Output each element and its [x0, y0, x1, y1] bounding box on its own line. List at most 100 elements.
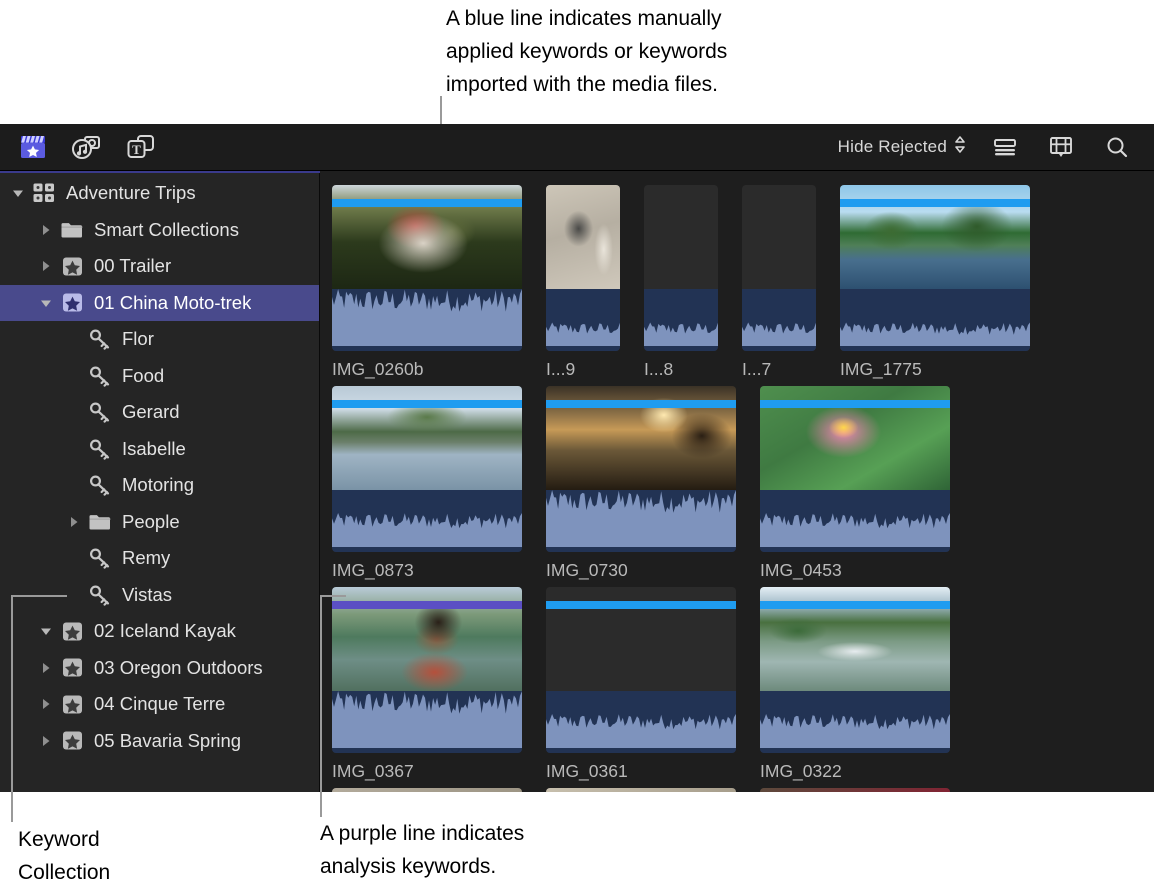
clip-item[interactable]: I...7: [742, 185, 816, 380]
chevron-right-icon[interactable]: [38, 258, 54, 274]
clip-poster-frame: [742, 185, 816, 289]
list-view-icon[interactable]: [988, 132, 1022, 162]
clip-thumbnail[interactable]: [546, 587, 736, 753]
chevron-right-icon[interactable]: [38, 696, 54, 712]
clip-thumbnail[interactable]: [742, 185, 816, 351]
sidebar-item-label: Food: [122, 365, 164, 387]
sidebar-item-people[interactable]: People: [0, 504, 319, 541]
clip-item[interactable]: IMG_0361: [546, 587, 736, 782]
sidebar-item-00-trailer[interactable]: 00 Trailer: [0, 248, 319, 285]
clip-item[interactable]: [760, 788, 950, 792]
sidebar-item-flor[interactable]: Flor: [0, 321, 319, 358]
library-icon: [32, 182, 56, 204]
clip-thumbnail[interactable]: [332, 587, 522, 753]
clip-thumbnail[interactable]: [546, 386, 736, 552]
sidebar-item-isabelle[interactable]: Isabelle: [0, 431, 319, 468]
photos-audio-icon[interactable]: [70, 132, 104, 162]
chevron-down-icon[interactable]: [38, 623, 54, 639]
sidebar-item-motoring[interactable]: Motoring: [0, 467, 319, 504]
blue-keyword-line: [332, 199, 522, 207]
clip-audio-waveform: [760, 490, 950, 552]
clip-video-filmstrip: [760, 587, 950, 691]
clip-name-label: IMG_0361: [546, 761, 736, 782]
clip-thumbnail[interactable]: [760, 587, 950, 753]
chevron-right-icon[interactable]: [66, 514, 82, 530]
clip-thumbnail[interactable]: [546, 788, 736, 792]
clip-audio-waveform: [760, 691, 950, 753]
libraries-icon[interactable]: [16, 132, 50, 162]
sidebar-item-smart-collections[interactable]: Smart Collections: [0, 212, 319, 249]
sidebar-item-label: Gerard: [122, 401, 180, 423]
clip-thumbnail[interactable]: [332, 185, 522, 351]
sidebar-item-remy[interactable]: Remy: [0, 540, 319, 577]
titles-generators-icon[interactable]: T: [124, 132, 158, 162]
event-icon: [60, 292, 84, 314]
clip-poster-frame: [760, 788, 950, 792]
clip-item[interactable]: IMG_1775: [840, 185, 1030, 380]
callout-keyword-collection-text: Keyword Collection: [18, 823, 248, 889]
hide-rejected-popup[interactable]: Hide Rejected: [838, 135, 966, 159]
clip-thumbnail[interactable]: [332, 788, 522, 792]
callout-keyword-collection-leader-vertical: [11, 595, 13, 822]
clip-audio-waveform: [332, 490, 522, 552]
disclosure-spacer: [66, 587, 82, 603]
sidebar-item-label: Flor: [122, 328, 154, 350]
chevron-right-icon[interactable]: [38, 660, 54, 676]
sidebar-item-03-oregon-outdoors[interactable]: 03 Oregon Outdoors: [0, 650, 319, 687]
clip-thumbnail[interactable]: [644, 185, 718, 351]
search-icon[interactable]: [1100, 132, 1134, 162]
clip-name-label: I...7: [742, 359, 816, 380]
clip-item[interactable]: IMG_0367: [332, 587, 522, 782]
blue-keyword-line: [840, 199, 1030, 207]
clip-poster-frame: [546, 788, 736, 792]
sidebar-item-label: 02 Iceland Kayak: [94, 620, 236, 642]
clip-name-label: IMG_0367: [332, 761, 522, 782]
clip-item[interactable]: IMG_0322: [760, 587, 950, 782]
sidebar-item-01-china-moto-trek[interactable]: 01 China Moto-trek: [0, 285, 319, 322]
clip-name-label: IMG_0322: [760, 761, 950, 782]
callout-purple-line-leader-horizontal: [320, 595, 346, 597]
clip-video-filmstrip: [332, 185, 522, 289]
sidebar-item-label: 04 Cinque Terre: [94, 693, 225, 715]
clip-item[interactable]: I...9: [546, 185, 620, 380]
keyword-icon: [88, 584, 112, 606]
clip-item[interactable]: [546, 788, 736, 792]
clip-item[interactable]: IMG_0453: [760, 386, 950, 581]
sidebar-item-adventure-trips[interactable]: Adventure Trips: [0, 175, 319, 212]
purple-keyword-line: [332, 601, 522, 609]
chevron-updown-icon: [954, 135, 966, 159]
clip-thumbnail[interactable]: [760, 386, 950, 552]
libraries-sidebar[interactable]: Adventure Trips Smart Collections 00 Trail…: [0, 171, 320, 792]
clip-item[interactable]: I...8: [644, 185, 718, 380]
chevron-down-icon[interactable]: [38, 295, 54, 311]
filmstrip-view-icon[interactable]: [1044, 132, 1078, 162]
blue-keyword-line: [546, 400, 736, 408]
clip-item[interactable]: IMG_0260b: [332, 185, 522, 380]
chevron-right-icon[interactable]: [38, 733, 54, 749]
event-icon: [60, 693, 84, 715]
chevron-right-icon[interactable]: [38, 222, 54, 238]
sidebar-item-05-bavaria-spring[interactable]: 05 Bavaria Spring: [0, 723, 319, 760]
sidebar-item-label: Smart Collections: [94, 219, 239, 241]
clip-item[interactable]: [332, 788, 522, 792]
clip-thumbnail[interactable]: [840, 185, 1030, 351]
sidebar-item-food[interactable]: Food: [0, 358, 319, 395]
clip-grid-row: IMG_0367 IMG_0361 IMG_0322: [332, 587, 1154, 782]
clip-thumbnail[interactable]: [760, 788, 950, 792]
sidebar-item-02-iceland-kayak[interactable]: 02 Iceland Kayak: [0, 613, 319, 650]
keyword-icon: [88, 438, 112, 460]
clip-browser[interactable]: IMG_0260b I...9 I...8 I...7 IMG_1775 IMG_0873…: [320, 171, 1154, 792]
final-cut-pro-browser-window: T Hide Rejected: [0, 124, 1154, 792]
sidebar-item-gerard[interactable]: Gerard: [0, 394, 319, 431]
chevron-down-icon[interactable]: [10, 185, 26, 201]
sidebar-item-04-cinque-terre[interactable]: 04 Cinque Terre: [0, 686, 319, 723]
clip-thumbnail[interactable]: [332, 386, 522, 552]
sidebar-item-label: 05 Bavaria Spring: [94, 730, 241, 752]
clip-video-filmstrip: [742, 185, 816, 289]
clip-item[interactable]: IMG_0873: [332, 386, 522, 581]
clip-audio-waveform: [644, 289, 718, 351]
clip-item[interactable]: IMG_0730: [546, 386, 736, 581]
clip-name-label: IMG_0453: [760, 560, 950, 581]
clip-thumbnail[interactable]: [546, 185, 620, 351]
clip-name-label: I...9: [546, 359, 620, 380]
